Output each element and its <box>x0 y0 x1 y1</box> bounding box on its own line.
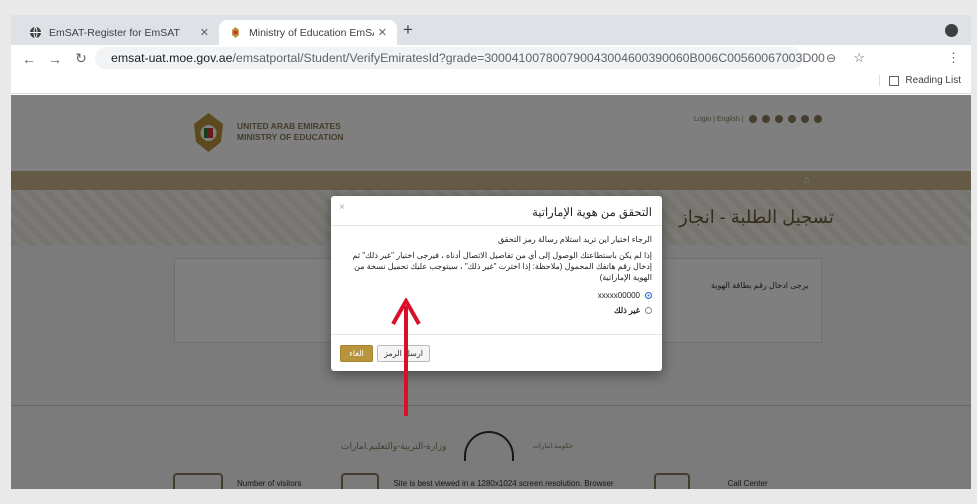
url-host: emsat-uat.moe.gov.ae <box>111 51 233 65</box>
globe-icon <box>29 26 42 39</box>
reading-list-label: Reading List <box>905 75 961 86</box>
reload-icon[interactable]: ↻ <box>73 50 89 67</box>
option-other[interactable]: غير ذلك <box>341 305 652 316</box>
tab-emsat-register[interactable]: EmSAT-Register for EmSAT ✕ <box>19 20 219 45</box>
verification-modal: التحقق من هوية الإماراتية × الرجاء اختيا… <box>331 196 662 371</box>
close-tab-icon[interactable]: ✕ <box>200 26 209 39</box>
radio-other[interactable] <box>645 307 652 314</box>
page-viewport: UNITED ARAB EMIRATES MINISTRY OF EDUCATI… <box>11 95 971 489</box>
option-phone-label: xxxxx00000 <box>597 291 640 300</box>
reading-list-button[interactable]: Reading List <box>879 75 961 86</box>
option-phone[interactable]: xxxxx00000 <box>341 290 652 301</box>
browser-window: EmSAT-Register for EmSAT ✕ Ministry of E… <box>11 15 971 489</box>
close-icon[interactable]: × <box>339 202 345 213</box>
option-other-label: غير ذلك <box>614 306 640 315</box>
address-bar[interactable]: emsat-uat.moe.gov.ae/emsatportal/Student… <box>95 47 865 69</box>
bookmarks-bar: Reading List <box>11 72 971 94</box>
modal-title: التحقق من هوية الإماراتية <box>532 207 652 219</box>
modal-header: التحقق من هوية الإماراتية × <box>331 196 662 226</box>
tab-title: Ministry of Education EmSAT - <box>249 26 374 39</box>
close-tab-icon[interactable]: ✕ <box>378 26 387 39</box>
cancel-button[interactable]: الغاء <box>340 345 373 362</box>
delivery-question: الرجاء اختيار اين تريد استلام رسالة رمز … <box>498 235 652 244</box>
radio-phone[interactable] <box>645 292 652 299</box>
modal-footer: ارسل الرمز الغاء <box>331 334 662 371</box>
modal-body: الرجاء اختيار اين تريد استلام رسالة رمز … <box>331 226 662 316</box>
tab-ministry-emsat[interactable]: Ministry of Education EmSAT - ✕ <box>219 20 397 45</box>
bookmark-star-icon[interactable]: ☆ <box>853 50 865 66</box>
annotation-arrow <box>391 298 421 416</box>
other-option-explanation: إذا لم يكن باستطاعتك الوصول إلى أي من تف… <box>352 251 652 282</box>
browser-menu-icon[interactable]: ⋮ <box>947 50 960 66</box>
back-icon[interactable]: ← <box>21 51 37 67</box>
browser-toolbar: ← → ↻ emsat-uat.moe.gov.ae/emsatportal/S… <box>11 45 971 72</box>
tab-strip: EmSAT-Register for EmSAT ✕ Ministry of E… <box>11 15 971 45</box>
profile-icon[interactable] <box>945 24 958 37</box>
uae-emblem-icon <box>229 26 242 39</box>
zoom-icon[interactable]: ⊖ <box>826 51 836 65</box>
forward-icon[interactable]: → <box>47 51 63 67</box>
reading-list-icon <box>889 75 900 86</box>
url-path: /emsatportal/Student/VerifyEmiratesId?gr… <box>232 51 825 65</box>
tab-title: EmSAT-Register for EmSAT <box>49 26 180 39</box>
new-tab-button[interactable]: + <box>403 20 413 40</box>
